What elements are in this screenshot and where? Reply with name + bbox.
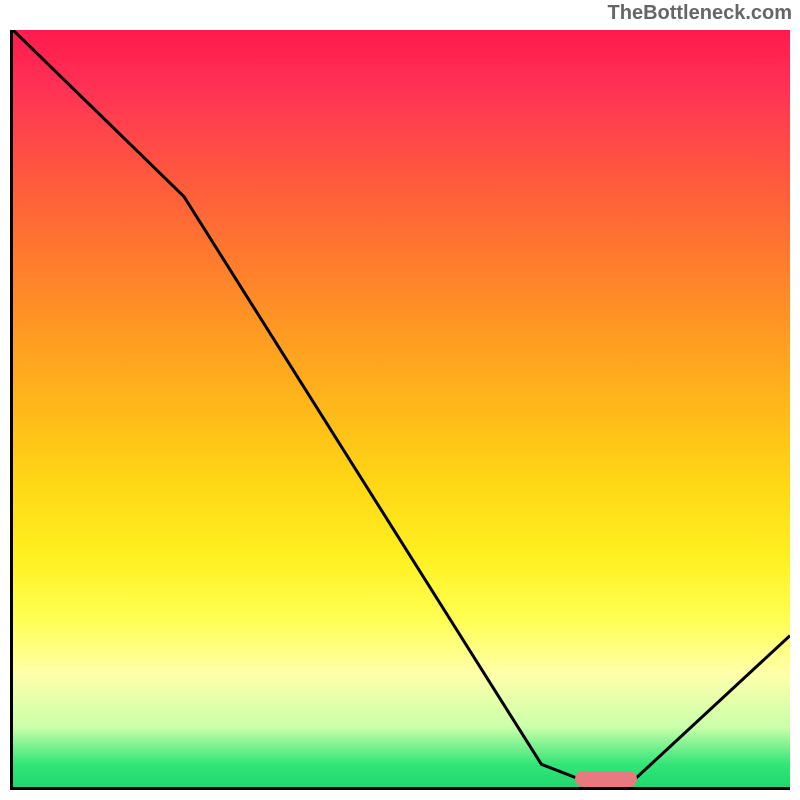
watermark-text: TheBottleneck.com <box>608 2 792 25</box>
plot-area <box>10 30 790 790</box>
optimal-marker <box>575 771 637 787</box>
gradient-background <box>13 30 790 787</box>
